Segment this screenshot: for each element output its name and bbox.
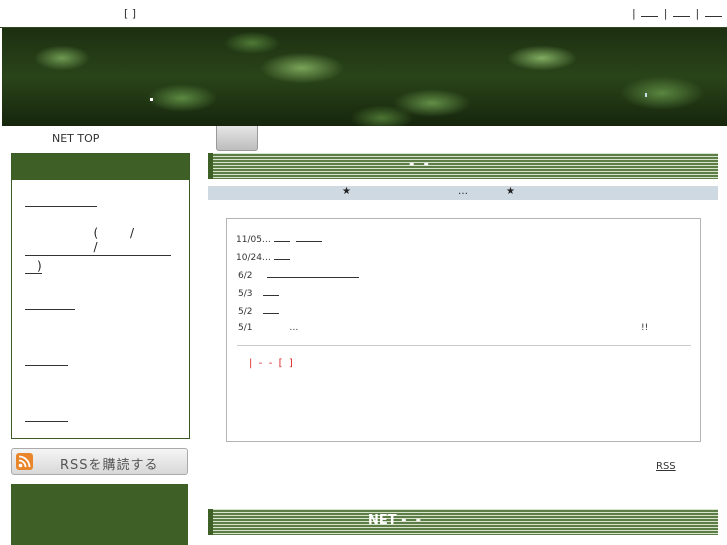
rss-link[interactable]: RSS — [656, 461, 676, 472]
news-date: 5/3 — [238, 289, 253, 299]
news-link[interactable] — [273, 251, 290, 260]
leaf-banner-image — [2, 28, 727, 126]
star-icon: ★ — [506, 186, 515, 197]
sidebar-header — [12, 154, 189, 180]
sidebar-link-2-line: ( / / — [25, 226, 171, 256]
top-link-3[interactable] — [704, 8, 722, 17]
news-date: 10/24… — [236, 253, 271, 263]
banner-mark — [150, 98, 153, 101]
nav-tab-button[interactable] — [216, 126, 258, 151]
section-header-strip: - - — [208, 153, 718, 179]
top-right-links: | | | — [632, 7, 724, 20]
sidebar-green-box — [11, 484, 188, 545]
news-text: … — [289, 323, 299, 333]
top-sep: | — [632, 7, 636, 20]
announcement-bar: ★ … ★ — [208, 186, 718, 200]
news-box: 11/05… 10/24… 6/2 5/3 5/2 5/1 … !! | - -… — [226, 218, 701, 442]
news-item[interactable]: 11/05… — [236, 233, 322, 245]
news-item[interactable]: 6/2 — [238, 269, 360, 281]
sidebar-paren-close: ) — [37, 259, 42, 273]
section-title-2: NET - - — [368, 513, 421, 528]
sidebar-link-1[interactable] — [25, 206, 97, 207]
red-notice-text[interactable]: | - - [ ] — [249, 358, 293, 369]
news-link[interactable] — [267, 269, 360, 278]
news-link[interactable] — [263, 305, 280, 314]
section-header-strip-2: NET - - — [208, 509, 718, 535]
rss-button-label: RSSを購読する — [60, 458, 159, 473]
news-date: 5/2 — [238, 307, 253, 317]
sidebar-paren-text: ( / / — [93, 226, 149, 254]
sidebar-menu-box: ( / / ) — [11, 153, 190, 439]
top-sep: | — [695, 7, 700, 20]
sidebar-link-2-line2: ) — [25, 259, 42, 274]
news-item[interactable]: 5/3 — [238, 287, 280, 299]
news-item[interactable]: 5/2 — [238, 305, 280, 317]
top-sep: | — [663, 7, 668, 20]
news-item[interactable]: 10/24… — [236, 251, 290, 263]
top-bar: [ ] | | | — [0, 0, 727, 28]
rss-subscribe-button[interactable]: RSSを購読する — [11, 448, 188, 475]
top-link-1[interactable] — [641, 8, 659, 17]
nav-net-top-link[interactable]: NET TOP — [52, 132, 99, 145]
sidebar-link-5[interactable] — [25, 421, 68, 422]
ellipsis-text: … — [458, 186, 468, 197]
news-link[interactable] — [273, 233, 290, 242]
sidebar-link-3[interactable] — [25, 309, 75, 310]
news-link[interactable] — [295, 233, 322, 242]
section-title: - - — [409, 157, 429, 172]
top-bracket-text: [ ] — [124, 7, 137, 20]
star-icon: ★ — [342, 186, 351, 197]
news-date: 6/2 — [238, 271, 253, 281]
sidebar-link-4[interactable] — [25, 365, 68, 366]
banner-mark — [645, 93, 647, 97]
news-exclaim: !! — [641, 323, 649, 333]
news-date: 5/1 — [238, 323, 253, 333]
news-item[interactable]: 5/1 … — [238, 323, 298, 333]
divider — [237, 345, 691, 346]
rss-feed-icon — [16, 453, 33, 470]
news-link[interactable] — [263, 287, 280, 296]
news-date: 11/05… — [236, 235, 271, 245]
sidebar-link-2[interactable]: ( / / ) — [25, 226, 171, 274]
top-link-2[interactable] — [672, 8, 690, 17]
